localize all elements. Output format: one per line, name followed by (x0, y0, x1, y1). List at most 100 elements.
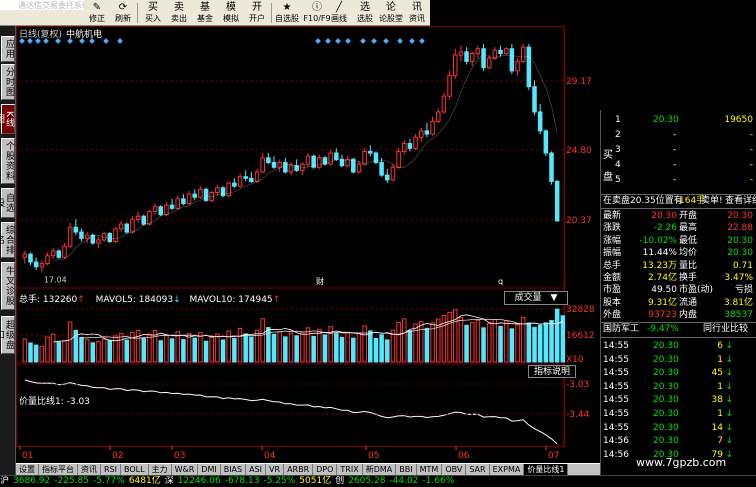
toolbar-button-3[interactable]: 卖卖出 (166, 1, 192, 25)
kline-chart-area[interactable]: 29.17 24.80 20.37 17.04 财 q 32828 16612 X10 -3.03… (16, 26, 600, 463)
indicator-tab-8[interactable]: BIAS (221, 464, 247, 475)
status-item-8: -5.25% (263, 476, 296, 486)
candle-body (305, 155, 311, 165)
stat-label: 换手 (679, 273, 698, 283)
status-item-13: -1.66% (422, 476, 455, 486)
indicator-tab-2[interactable]: 资讯 (78, 464, 101, 475)
left-tab-1[interactable]: 分时图 (1, 64, 15, 100)
left-tab-2[interactable]: K线图 (0, 104, 15, 134)
indicator-tab-11[interactable]: ARBR (284, 464, 314, 475)
sell-order-banner[interactable]: 在卖盘20.35位置有164手卖单!查看详细 (601, 195, 756, 208)
volume-bar (424, 327, 430, 363)
left-tab-0[interactable]: 应用 (1, 36, 15, 62)
volume-bar (62, 339, 67, 363)
indicator-tab-6[interactable]: W&R (172, 464, 199, 475)
toolbar-button-6-icon: 开 (252, 2, 262, 13)
left-tab-4[interactable]: 自选股 (0, 188, 15, 218)
status-item-1: 3686.92 (13, 476, 51, 486)
candle-body (503, 48, 509, 54)
left-tab-3[interactable]: 个股资料 (1, 138, 15, 184)
candle-body (152, 206, 158, 212)
volume-bar (215, 333, 220, 363)
volume-bar (418, 321, 424, 363)
indicator-tab-5[interactable]: 主力 (149, 464, 172, 475)
toolbar-button-5[interactable]: 模模拟 (218, 1, 244, 25)
event-marker-1[interactable]: q (498, 277, 503, 286)
indicator-tab-3[interactable]: RSI (101, 464, 121, 475)
toolbar-button-9[interactable]: ╱ 画线 (326, 1, 352, 25)
candle-body (266, 157, 271, 163)
indicator-tab-17[interactable]: OBV (442, 464, 467, 475)
toolbar-button-1[interactable]: ⟳ 刷新 (110, 1, 136, 25)
toolbar-button-2[interactable]: 买买入 (140, 1, 166, 25)
left-tab-5[interactable]: 综合排名 (0, 222, 15, 258)
signal-diamond (419, 38, 425, 44)
candle-body (418, 130, 424, 138)
bid-level-row[interactable]: 2 - - (601, 129, 756, 142)
indicator-help-button[interactable]: 指标说明 (528, 365, 576, 378)
stock-name: 中航机电 (66, 30, 103, 40)
date-label: 07 (548, 451, 559, 461)
tick-price: 20.30 (653, 409, 679, 419)
toolbar-button-4[interactable]: 基基金 (192, 1, 218, 25)
indicator-tab-strip: 设置 指标平台 资讯 RSI BOLL 主力 W&R DMI BIAS ASI VR ARBR DPO T… (16, 463, 600, 475)
indicator-tab-16[interactable]: MTM (417, 464, 443, 475)
bid-level-row[interactable]: 5 - - (601, 174, 756, 187)
toolbar-button-0[interactable]: ✎ 修正 (84, 1, 110, 25)
status-item-10: 创 (335, 476, 345, 486)
sell-banner-detail-link[interactable]: 查看详细 (725, 195, 756, 208)
tick-price: 20.30 (653, 422, 679, 433)
candle-body (28, 253, 33, 263)
toolbar-button-6[interactable]: 开开户 (244, 1, 270, 25)
indicator-tab-10[interactable]: VR (266, 464, 285, 475)
indicator-tab-14[interactable]: 新DMA (363, 464, 397, 475)
bid-level-volume: - (749, 175, 753, 185)
bid-level-price: - (673, 145, 677, 155)
indicator-tab-19[interactable]: EXPMA (490, 464, 525, 475)
volume-bar (345, 331, 350, 363)
sector-row[interactable]: 国防军工 -9.47% 同行业比较 (601, 323, 756, 336)
sector-compare-link[interactable]: 同行业比较 (703, 323, 748, 336)
indicator-tab-0[interactable]: 设置 (16, 464, 39, 475)
bid-level-index: 4 (615, 160, 621, 170)
volume-bar (300, 332, 305, 363)
volume-bar (373, 337, 379, 363)
toolbar-button-label: 资讯 (409, 14, 425, 23)
volume-bar (175, 331, 180, 363)
bid-level-row[interactable]: 3 - - (601, 144, 756, 157)
toolbar-button-label: 基金 (197, 14, 213, 23)
stat-value: 38537 (724, 310, 753, 321)
toolbar-button-11[interactable]: 论论股堂 (378, 1, 404, 25)
candle-body (96, 239, 101, 244)
toolbar-button-12[interactable]: 讯资讯 (404, 1, 430, 25)
volume-bar (509, 328, 515, 363)
volume-indicator-dropdown[interactable]: 成交量 ▼ (504, 291, 568, 305)
toolbar-button-10[interactable]: 选选股 (352, 1, 378, 25)
period-label: 日线(复权) (19, 30, 63, 40)
volume-bar (39, 345, 45, 363)
indicator-tab-13[interactable]: TRIX (337, 464, 363, 475)
signal-diamond (345, 38, 351, 44)
volume-total: 总手: 132260 (19, 295, 78, 305)
indicator-tab-18[interactable]: SAR (466, 464, 490, 475)
bid-level-row[interactable]: 1 20.30 19650 (601, 114, 756, 127)
stat-row: 市盈 49.50 市盈(动) 亏损 (601, 284, 756, 296)
indicator-tab-12[interactable]: DPO (313, 464, 338, 475)
tick-time: 14:55 (603, 354, 629, 365)
indicator-tab-9[interactable]: ASI (246, 464, 267, 475)
event-marker-0[interactable]: 财 (316, 276, 324, 286)
volume-bar (543, 322, 549, 363)
stat-row: 股本 9.31亿 流通 3.81亿 (601, 297, 756, 309)
toolbar-button-7[interactable]: ★ 自选股 (274, 1, 300, 25)
indicator-tab-20[interactable]: 价量比线1 (524, 464, 569, 475)
volume-bar (124, 339, 130, 363)
left-tab-6[interactable]: 牛叉诊股 (1, 262, 15, 310)
left-tab-7[interactable]: 超级盘口 (0, 316, 15, 354)
tick-price: 20.30 (653, 341, 679, 351)
indicator-tab-7[interactable]: DMI (198, 464, 221, 475)
indicator-tab-4[interactable]: BOLL (121, 464, 149, 475)
bid-level-row[interactable]: 4 - - (601, 159, 756, 172)
indicator-tab-15[interactable]: BBI (396, 464, 417, 475)
stat-value: 20.30 (651, 211, 677, 221)
indicator-tab-1[interactable]: 指标平台 (39, 464, 78, 475)
